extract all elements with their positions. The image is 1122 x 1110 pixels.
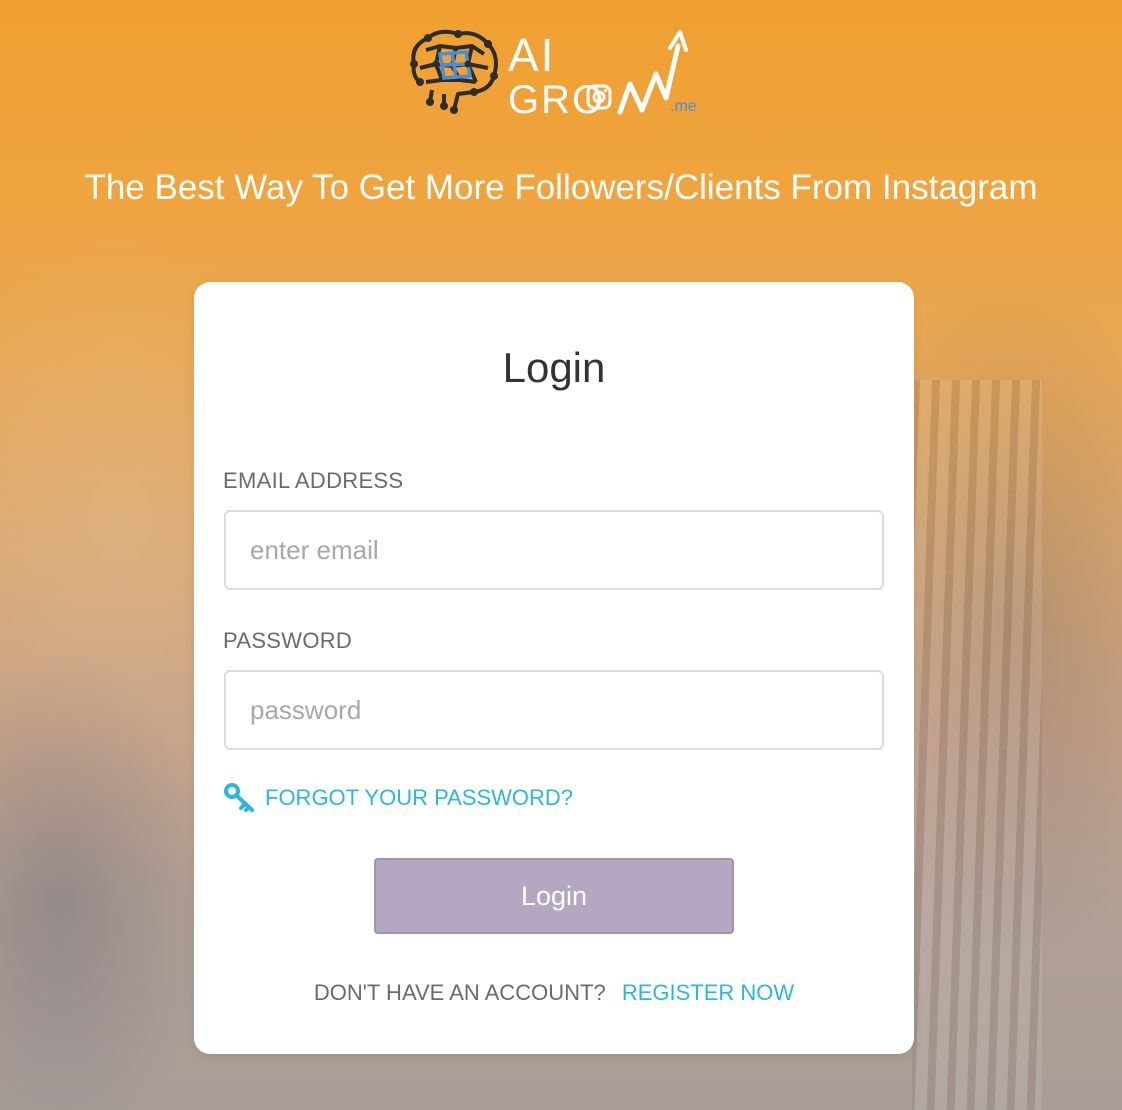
email-label: EMAIL ADDRESS <box>223 468 404 493</box>
login-button[interactable]: Login <box>374 858 734 934</box>
brand-text-suffix: .me <box>670 98 697 115</box>
forgot-password-link[interactable]: FORGOT YOUR PASSWORD? <box>223 782 573 814</box>
password-input[interactable] <box>224 670 884 750</box>
register-row: DON'T HAVE AN ACCOUNT? REGISTER NOW <box>194 980 914 1006</box>
brand-text-ai: AI <box>508 29 556 81</box>
register-now-link[interactable]: REGISTER NOW <box>622 980 794 1005</box>
key-icon <box>224 783 254 812</box>
background-decoration <box>912 380 1042 1110</box>
login-title: Login <box>502 344 606 391</box>
email-input[interactable] <box>224 510 884 590</box>
instagram-icon <box>586 84 612 110</box>
brain-network-icon <box>410 29 498 114</box>
forgot-password-text: FORGOT YOUR PASSWORD? <box>265 785 574 810</box>
login-card: Login EMAIL ADDRESS PASSWORD FORGOT YOUR… <box>194 282 914 1054</box>
tagline: The Best Way To Get More Followers/Clien… <box>84 168 1038 207</box>
password-label: PASSWORD <box>223 628 353 653</box>
brand-logo: AI GRO .me <box>404 24 714 124</box>
register-prompt: DON'T HAVE AN ACCOUNT? <box>313 980 606 1005</box>
